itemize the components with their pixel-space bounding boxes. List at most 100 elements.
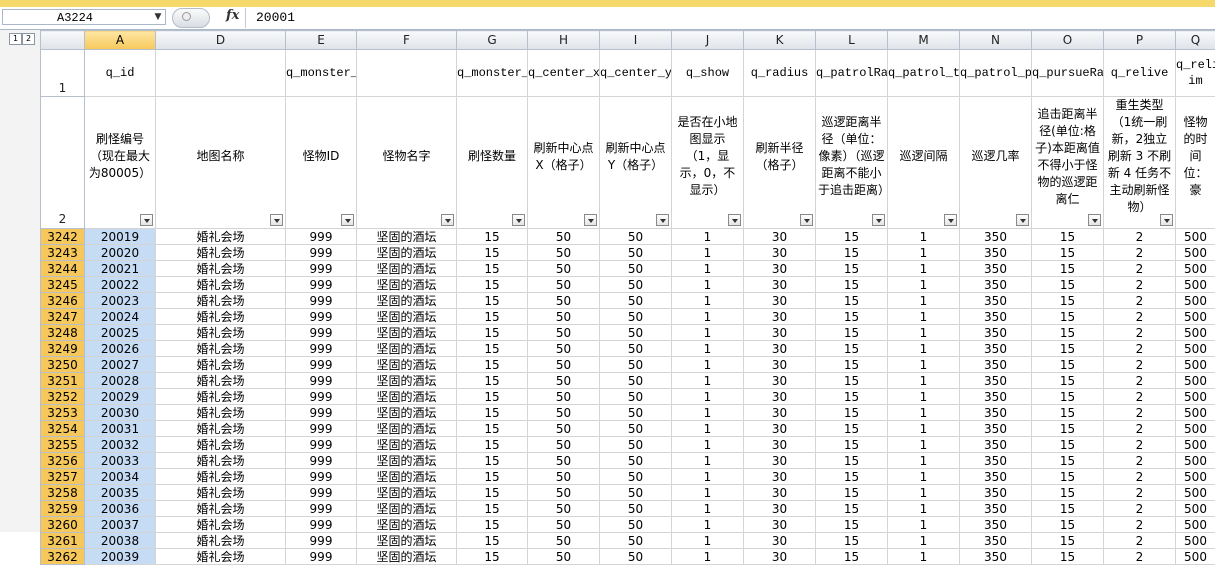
data-cell[interactable]: 2 <box>1104 357 1176 373</box>
data-cell[interactable]: 婚礼会场 <box>156 261 286 277</box>
filter-dropdown-icon[interactable] <box>1016 214 1029 226</box>
data-cell[interactable]: 15 <box>457 373 528 389</box>
data-cell[interactable]: 999 <box>286 533 357 549</box>
data-cell[interactable]: 15 <box>457 293 528 309</box>
data-cell[interactable]: 2 <box>1104 549 1176 565</box>
data-cell[interactable]: 婚礼会场 <box>156 309 286 325</box>
data-cell[interactable]: 20029 <box>85 389 156 405</box>
row-header[interactable]: 3260 <box>41 517 85 533</box>
data-cell[interactable]: 15 <box>457 229 528 245</box>
data-cell[interactable]: 50 <box>600 325 672 341</box>
data-cell[interactable]: 999 <box>286 325 357 341</box>
data-cell[interactable]: 999 <box>286 469 357 485</box>
data-cell[interactable]: 婚礼会场 <box>156 293 286 309</box>
data-cell[interactable]: 1 <box>672 517 744 533</box>
data-cell[interactable]: 999 <box>286 389 357 405</box>
data-cell[interactable]: 2 <box>1104 517 1176 533</box>
data-cell[interactable]: 15 <box>816 277 888 293</box>
data-cell[interactable]: 50 <box>600 533 672 549</box>
data-cell[interactable]: 999 <box>286 341 357 357</box>
data-cell[interactable]: 15 <box>457 357 528 373</box>
column-header-k[interactable]: K <box>744 31 816 50</box>
data-cell[interactable]: 2 <box>1104 293 1176 309</box>
data-cell[interactable]: 婚礼会场 <box>156 373 286 389</box>
data-cell[interactable]: 20036 <box>85 501 156 517</box>
column-header-a[interactable]: A <box>85 31 156 50</box>
data-cell[interactable]: 20023 <box>85 293 156 309</box>
data-cell[interactable]: 50 <box>528 437 600 453</box>
data-cell[interactable]: 坚固的酒坛 <box>357 501 457 517</box>
row-header[interactable]: 3244 <box>41 261 85 277</box>
data-cell[interactable]: 350 <box>960 357 1032 373</box>
data-cell[interactable]: 30 <box>744 453 816 469</box>
data-cell[interactable]: 15 <box>1032 245 1104 261</box>
data-cell[interactable]: 30 <box>744 309 816 325</box>
data-cell[interactable]: 1 <box>672 277 744 293</box>
data-cell[interactable]: 15 <box>1032 501 1104 517</box>
data-cell[interactable]: 500 <box>1176 501 1215 517</box>
data-cell[interactable]: 50 <box>528 229 600 245</box>
column-header-n[interactable]: N <box>960 31 1032 50</box>
data-cell[interactable]: 30 <box>744 421 816 437</box>
field-name-cell[interactable]: q_id <box>85 50 156 97</box>
row-header[interactable]: 3243 <box>41 245 85 261</box>
description-cell[interactable]: 是否在小地图显示（1，显示，0，不显示） <box>672 97 744 229</box>
data-cell[interactable]: 15 <box>457 277 528 293</box>
data-cell[interactable]: 15 <box>457 261 528 277</box>
data-cell[interactable]: 15 <box>457 549 528 565</box>
row-header[interactable]: 3254 <box>41 421 85 437</box>
data-cell[interactable]: 15 <box>1032 373 1104 389</box>
data-cell[interactable]: 15 <box>1032 485 1104 501</box>
data-cell[interactable]: 20022 <box>85 277 156 293</box>
data-cell[interactable]: 15 <box>1032 453 1104 469</box>
data-cell[interactable]: 15 <box>457 245 528 261</box>
data-cell[interactable]: 1 <box>888 293 960 309</box>
data-cell[interactable]: 15 <box>816 373 888 389</box>
data-cell[interactable]: 999 <box>286 277 357 293</box>
data-cell[interactable]: 1 <box>888 325 960 341</box>
data-cell[interactable]: 500 <box>1176 309 1215 325</box>
data-cell[interactable]: 15 <box>1032 421 1104 437</box>
data-cell[interactable]: 2 <box>1104 373 1176 389</box>
column-header-q[interactable]: Q <box>1176 31 1215 50</box>
data-cell[interactable]: 15 <box>1032 437 1104 453</box>
data-cell[interactable]: 1 <box>888 357 960 373</box>
data-cell[interactable]: 50 <box>528 485 600 501</box>
data-cell[interactable]: 坚固的酒坛 <box>357 309 457 325</box>
description-cell[interactable]: 怪物ID <box>286 97 357 229</box>
data-cell[interactable]: 999 <box>286 549 357 565</box>
data-cell[interactable]: 50 <box>528 421 600 437</box>
data-cell[interactable]: 500 <box>1176 277 1215 293</box>
data-cell[interactable]: 350 <box>960 421 1032 437</box>
data-cell[interactable]: 婚礼会场 <box>156 421 286 437</box>
data-cell[interactable]: 20034 <box>85 469 156 485</box>
data-cell[interactable]: 15 <box>457 389 528 405</box>
data-cell[interactable]: 2 <box>1104 261 1176 277</box>
data-cell[interactable]: 50 <box>600 549 672 565</box>
row-header[interactable]: 3256 <box>41 453 85 469</box>
data-cell[interactable]: 20030 <box>85 405 156 421</box>
data-cell[interactable]: 坚固的酒坛 <box>357 293 457 309</box>
data-cell[interactable]: 999 <box>286 421 357 437</box>
filter-dropdown-icon[interactable] <box>140 214 153 226</box>
data-cell[interactable]: 350 <box>960 469 1032 485</box>
row-header[interactable]: 3248 <box>41 325 85 341</box>
data-cell[interactable]: 15 <box>457 485 528 501</box>
data-cell[interactable]: 500 <box>1176 549 1215 565</box>
data-cell[interactable]: 30 <box>744 405 816 421</box>
data-cell[interactable]: 20019 <box>85 229 156 245</box>
description-cell[interactable]: 刷新半径（格子） <box>744 97 816 229</box>
data-cell[interactable]: 坚固的酒坛 <box>357 389 457 405</box>
description-cell[interactable]: 刷怪编号（现在最大为80005） <box>85 97 156 229</box>
data-cell[interactable]: 20038 <box>85 533 156 549</box>
data-cell[interactable]: 15 <box>1032 309 1104 325</box>
column-header-o[interactable]: O <box>1032 31 1104 50</box>
data-cell[interactable]: 15 <box>816 453 888 469</box>
data-cell[interactable]: 坚固的酒坛 <box>357 437 457 453</box>
data-cell[interactable]: 20032 <box>85 437 156 453</box>
data-cell[interactable]: 350 <box>960 245 1032 261</box>
data-cell[interactable]: 15 <box>1032 261 1104 277</box>
data-cell[interactable]: 2 <box>1104 341 1176 357</box>
field-name-cell[interactable]: q_relive <box>1104 50 1176 97</box>
data-cell[interactable]: 999 <box>286 453 357 469</box>
